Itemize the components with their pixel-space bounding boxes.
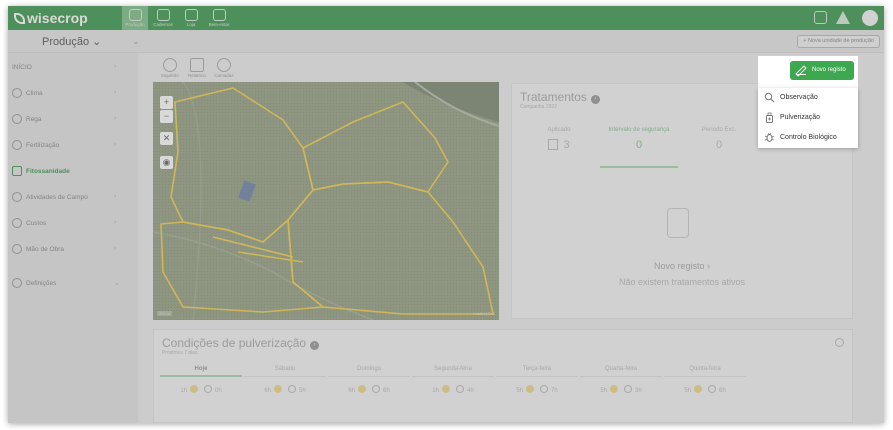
menu-item-controlo-biologico[interactable]: Controlo Biológico [758,128,858,148]
new-record-button[interactable]: Novo registo [790,61,854,80]
menu-item-label: Observação [780,94,818,101]
magnifier-icon [764,92,775,103]
new-record-label: Novo registo [812,67,846,73]
modal-overlay[interactable] [8,6,884,423]
menu-item-observacao[interactable]: Observação [758,88,858,108]
new-record-button-container: Novo registo [758,56,858,88]
bug-icon [764,132,775,142]
sprayer-icon [766,112,773,123]
menu-item-label: Controlo Biológico [780,134,837,141]
app-window: wisecrop Produção Cadernos Loja Bem-esta… [8,6,884,423]
menu-item-label: Pulverização [780,114,821,121]
pencil-icon [796,66,806,75]
menu-item-pulverizacao[interactable]: Pulverização [758,108,858,128]
new-record-menu: Observação Pulverização Controlo Biológi… [758,88,858,148]
